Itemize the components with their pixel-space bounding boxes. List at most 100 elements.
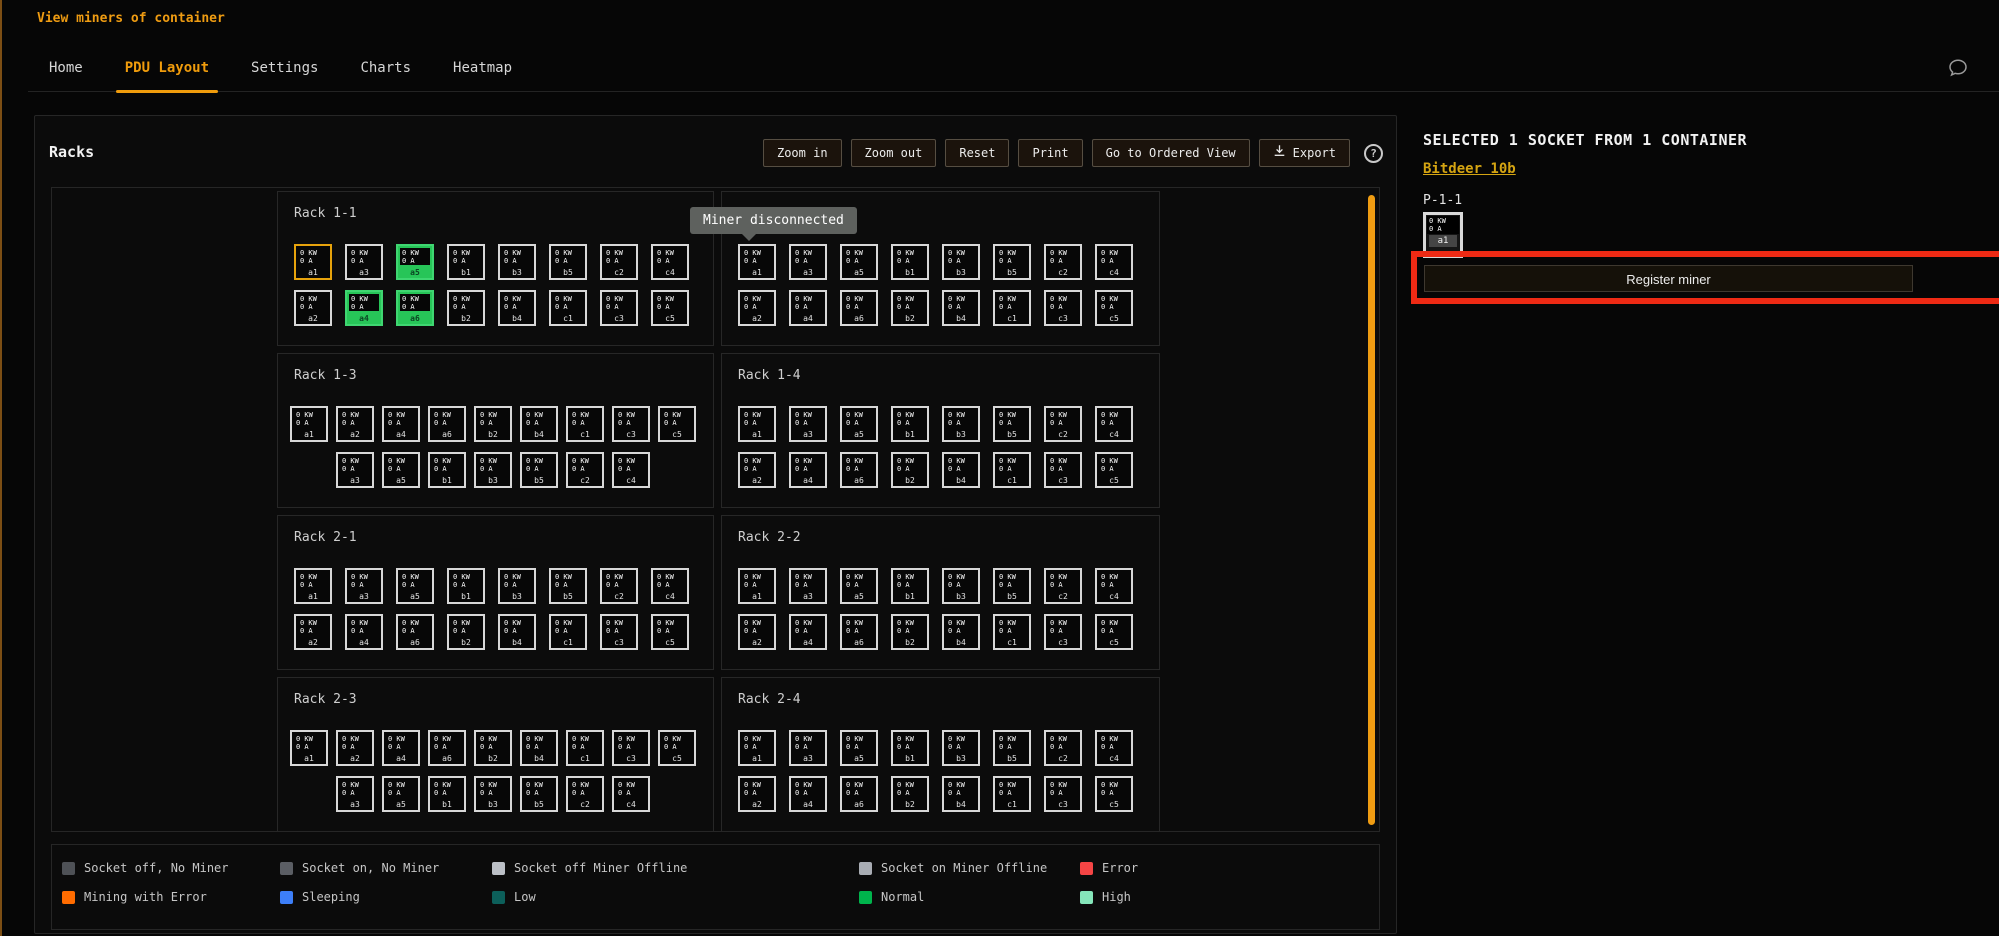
- socket-rack-1-1-a1[interactable]: 0 KW 0 Aa1: [294, 244, 332, 280]
- socket-rack-1-4-a4[interactable]: 0 KW 0 Aa4: [789, 452, 827, 488]
- socket-rack-2-1-a6[interactable]: 0 KW 0 Aa6: [396, 614, 434, 650]
- socket-rack-2-2-a1[interactable]: 0 KW 0 Aa1: [738, 568, 776, 604]
- socket-rack-2-4-c4[interactable]: 0 KW 0 Ac4: [1095, 730, 1133, 766]
- socket-rack-1-4-c2[interactable]: 0 KW 0 Ac2: [1044, 406, 1082, 442]
- socket-rack-2-4-b5[interactable]: 0 KW 0 Ab5: [993, 730, 1031, 766]
- socket-rack-2-2-b5[interactable]: 0 KW 0 Ab5: [993, 568, 1031, 604]
- socket-rack-2-4-a4[interactable]: 0 KW 0 Aa4: [789, 776, 827, 812]
- socket-rack-2-4-c1[interactable]: 0 KW 0 Ac1: [993, 776, 1031, 812]
- socket-rack-2-3-b4[interactable]: 0 KW 0 Ab4: [520, 730, 558, 766]
- socket-rack-2-1-a5[interactable]: 0 KW 0 Aa5: [396, 568, 434, 604]
- socket-rack-2-3-a1[interactable]: 0 KW 0 Aa1: [290, 730, 328, 766]
- socket-rack-2-4-a2[interactable]: 0 KW 0 Aa2: [738, 776, 776, 812]
- socket-rack-2-3-c5[interactable]: 0 KW 0 Ac5: [658, 730, 696, 766]
- socket-rack-2-1-a1[interactable]: 0 KW 0 Aa1: [294, 568, 332, 604]
- socket-rack-1-4-a6[interactable]: 0 KW 0 Aa6: [840, 452, 878, 488]
- socket-rack-2-3-a5[interactable]: 0 KW 0 Aa5: [382, 776, 420, 812]
- help-icon[interactable]: ?: [1364, 144, 1383, 163]
- socket-rack-1-2-a1[interactable]: 0 KW 0 Aa1: [738, 244, 776, 280]
- socket-rack-2-1-c2[interactable]: 0 KW 0 Ac2: [600, 568, 638, 604]
- socket-rack-2-4-b4[interactable]: 0 KW 0 Ab4: [942, 776, 980, 812]
- socket-rack-2-3-b1[interactable]: 0 KW 0 Ab1: [428, 776, 466, 812]
- socket-rack-1-3-a4[interactable]: 0 KW 0 Aa4: [382, 406, 420, 442]
- socket-rack-1-1-b4[interactable]: 0 KW 0 Ab4: [498, 290, 536, 326]
- socket-rack-1-3-a6[interactable]: 0 KW 0 Aa6: [428, 406, 466, 442]
- socket-rack-2-3-b3[interactable]: 0 KW 0 Ab3: [474, 776, 512, 812]
- socket-rack-1-1-c5[interactable]: 0 KW 0 Ac5: [651, 290, 689, 326]
- socket-rack-1-3-c5[interactable]: 0 KW 0 Ac5: [658, 406, 696, 442]
- socket-rack-2-3-c2[interactable]: 0 KW 0 Ac2: [566, 776, 604, 812]
- chat-bubble-icon[interactable]: [1947, 57, 1969, 79]
- socket-rack-1-4-c3[interactable]: 0 KW 0 Ac3: [1044, 452, 1082, 488]
- socket-rack-1-4-a1[interactable]: 0 KW 0 Aa1: [738, 406, 776, 442]
- socket-rack-2-2-b3[interactable]: 0 KW 0 Ab3: [942, 568, 980, 604]
- zoom-in-button[interactable]: Zoom in: [763, 139, 842, 167]
- socket-rack-2-2-a3[interactable]: 0 KW 0 Aa3: [789, 568, 827, 604]
- print-button[interactable]: Print: [1018, 139, 1082, 167]
- socket-rack-2-4-a6[interactable]: 0 KW 0 Aa6: [840, 776, 878, 812]
- socket-rack-2-2-b2[interactable]: 0 KW 0 Ab2: [891, 614, 929, 650]
- socket-rack-1-4-b5[interactable]: 0 KW 0 Ab5: [993, 406, 1031, 442]
- socket-rack-2-2-a2[interactable]: 0 KW 0 Aa2: [738, 614, 776, 650]
- socket-rack-1-3-c4[interactable]: 0 KW 0 Ac4: [612, 452, 650, 488]
- socket-rack-2-3-a3[interactable]: 0 KW 0 Aa3: [336, 776, 374, 812]
- socket-rack-2-4-b3[interactable]: 0 KW 0 Ab3: [942, 730, 980, 766]
- socket-rack-2-2-b1[interactable]: 0 KW 0 Ab1: [891, 568, 929, 604]
- socket-rack-1-3-c3[interactable]: 0 KW 0 Ac3: [612, 406, 650, 442]
- socket-rack-1-2-b5[interactable]: 0 KW 0 Ab5: [993, 244, 1031, 280]
- socket-rack-1-2-a4[interactable]: 0 KW 0 Aa4: [789, 290, 827, 326]
- socket-rack-2-1-b2[interactable]: 0 KW 0 Ab2: [447, 614, 485, 650]
- socket-rack-1-4-c4[interactable]: 0 KW 0 Ac4: [1095, 406, 1133, 442]
- socket-rack-1-1-c4[interactable]: 0 KW 0 Ac4: [651, 244, 689, 280]
- socket-rack-2-1-c1[interactable]: 0 KW 0 Ac1: [549, 614, 587, 650]
- socket-rack-1-2-a6[interactable]: 0 KW 0 Aa6: [840, 290, 878, 326]
- tab-settings[interactable]: Settings: [230, 60, 339, 91]
- socket-rack-1-1-b3[interactable]: 0 KW 0 Ab3: [498, 244, 536, 280]
- socket-rack-1-4-c1[interactable]: 0 KW 0 Ac1: [993, 452, 1031, 488]
- socket-rack-1-3-b5[interactable]: 0 KW 0 Ab5: [520, 452, 558, 488]
- socket-rack-1-1-a6[interactable]: 0 KW 0 Aa6: [396, 290, 434, 326]
- socket-rack-1-4-b4[interactable]: 0 KW 0 Ab4: [942, 452, 980, 488]
- socket-rack-2-1-a2[interactable]: 0 KW 0 Aa2: [294, 614, 332, 650]
- socket-rack-1-2-c3[interactable]: 0 KW 0 Ac3: [1044, 290, 1082, 326]
- socket-rack-1-3-a2[interactable]: 0 KW 0 Aa2: [336, 406, 374, 442]
- socket-rack-2-1-b3[interactable]: 0 KW 0 Ab3: [498, 568, 536, 604]
- tab-heatmap[interactable]: Heatmap: [432, 60, 533, 91]
- socket-rack-1-4-a3[interactable]: 0 KW 0 Aa3: [789, 406, 827, 442]
- socket-rack-1-4-c5[interactable]: 0 KW 0 Ac5: [1095, 452, 1133, 488]
- socket-rack-2-2-a5[interactable]: 0 KW 0 Aa5: [840, 568, 878, 604]
- register-miner-button[interactable]: Register miner: [1424, 265, 1913, 292]
- socket-rack-2-4-c2[interactable]: 0 KW 0 Ac2: [1044, 730, 1082, 766]
- socket-rack-2-1-b5[interactable]: 0 KW 0 Ab5: [549, 568, 587, 604]
- socket-rack-1-1-a4[interactable]: 0 KW 0 Aa4: [345, 290, 383, 326]
- socket-rack-1-2-b2[interactable]: 0 KW 0 Ab2: [891, 290, 929, 326]
- socket-rack-1-2-b1[interactable]: 0 KW 0 Ab1: [891, 244, 929, 280]
- socket-rack-2-3-a4[interactable]: 0 KW 0 Aa4: [382, 730, 420, 766]
- socket-rack-1-2-c1[interactable]: 0 KW 0 Ac1: [993, 290, 1031, 326]
- tab-charts[interactable]: Charts: [339, 60, 432, 91]
- socket-rack-2-2-c1[interactable]: 0 KW 0 Ac1: [993, 614, 1031, 650]
- socket-rack-1-3-b3[interactable]: 0 KW 0 Ab3: [474, 452, 512, 488]
- socket-rack-1-3-a5[interactable]: 0 KW 0 Aa5: [382, 452, 420, 488]
- socket-rack-1-1-c3[interactable]: 0 KW 0 Ac3: [600, 290, 638, 326]
- socket-rack-1-3-c2[interactable]: 0 KW 0 Ac2: [566, 452, 604, 488]
- reset-button[interactable]: Reset: [945, 139, 1009, 167]
- socket-rack-1-2-c2[interactable]: 0 KW 0 Ac2: [1044, 244, 1082, 280]
- socket-rack-2-4-c3[interactable]: 0 KW 0 Ac3: [1044, 776, 1082, 812]
- socket-rack-1-3-a1[interactable]: 0 KW 0 Aa1: [290, 406, 328, 442]
- socket-rack-2-4-b2[interactable]: 0 KW 0 Ab2: [891, 776, 929, 812]
- socket-rack-1-4-b3[interactable]: 0 KW 0 Ab3: [942, 406, 980, 442]
- socket-rack-1-2-a3[interactable]: 0 KW 0 Aa3: [789, 244, 827, 280]
- socket-rack-1-1-c1[interactable]: 0 KW 0 Ac1: [549, 290, 587, 326]
- socket-rack-1-4-b2[interactable]: 0 KW 0 Ab2: [891, 452, 929, 488]
- socket-rack-2-4-a1[interactable]: 0 KW 0 Aa1: [738, 730, 776, 766]
- socket-rack-2-3-b2[interactable]: 0 KW 0 Ab2: [474, 730, 512, 766]
- socket-rack-1-4-a5[interactable]: 0 KW 0 Aa5: [840, 406, 878, 442]
- socket-rack-1-1-b5[interactable]: 0 KW 0 Ab5: [549, 244, 587, 280]
- socket-rack-2-3-c3[interactable]: 0 KW 0 Ac3: [612, 730, 650, 766]
- socket-rack-1-4-a2[interactable]: 0 KW 0 Aa2: [738, 452, 776, 488]
- socket-rack-1-2-a2[interactable]: 0 KW 0 Aa2: [738, 290, 776, 326]
- socket-rack-1-1-a3[interactable]: 0 KW 0 Aa3: [345, 244, 383, 280]
- socket-rack-1-3-a3[interactable]: 0 KW 0 Aa3: [336, 452, 374, 488]
- socket-rack-2-1-a3[interactable]: 0 KW 0 Aa3: [345, 568, 383, 604]
